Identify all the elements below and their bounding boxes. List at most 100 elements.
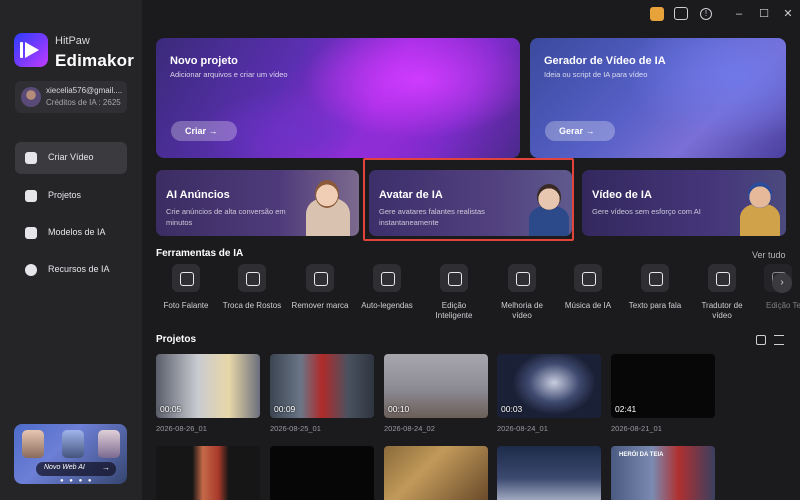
duration-label: 02:41 — [615, 404, 637, 414]
selection-highlight — [363, 158, 574, 241]
project-thumbnail[interactable]: 00:10 — [384, 354, 488, 418]
project-thumbnail[interactable]: 00:09 — [270, 354, 374, 418]
promo-banner[interactable]: Novo Web AI → ● ● ● ● — [14, 424, 127, 484]
ai-video-generator-card[interactable]: Gerador de Vídeo de IA Ideia ou script d… — [530, 38, 786, 158]
subtitles-icon — [373, 264, 401, 292]
sidebar: HitPaw Edimakor xiecelia576@gmail.... Cr… — [0, 0, 142, 500]
video-model-image — [748, 182, 772, 208]
card-title: AI Anúncios — [166, 189, 230, 201]
tools-section-title: Ferramentas de IA — [156, 248, 244, 259]
tool-foto-falante[interactable]: Foto Falante — [151, 264, 221, 311]
sidebar-item-recursos[interactable]: Recursos de IA — [15, 254, 127, 286]
resources-icon — [25, 264, 37, 276]
promo-image — [22, 430, 44, 458]
talking-photo-icon — [172, 264, 200, 292]
project-thumbnail[interactable] — [384, 446, 488, 500]
new-project-card[interactable]: Novo projeto Adicionar arquivos e criar … — [156, 38, 520, 158]
remove-watermark-icon — [306, 264, 334, 292]
card-title: Novo projeto — [170, 55, 238, 67]
tool-tradutor-video[interactable]: Tradutor de vídeo — [687, 264, 757, 321]
ai-credits: Créditos de IA : 2625 — [46, 98, 121, 107]
project-thumbnail[interactable]: 02:41 — [611, 354, 715, 418]
project-thumbnail[interactable]: HERÓI DA TEIA — [611, 446, 715, 500]
grid-view-icon[interactable] — [756, 335, 766, 345]
video-translator-icon — [708, 264, 736, 292]
tool-texto-para-fala[interactable]: Texto para fala — [620, 264, 690, 311]
tool-melhoria-video[interactable]: Melhoria de vídeo — [487, 264, 557, 321]
projects-section-title: Projetos — [156, 334, 197, 345]
edimakor-logo-icon — [14, 33, 48, 67]
ai-music-icon — [574, 264, 602, 292]
ai-ads-card[interactable]: AI Anúncios Crie anúncios de alta conver… — [156, 170, 359, 236]
folder-icon — [25, 190, 37, 202]
thumbnail-caption: HERÓI DA TEIA — [619, 452, 664, 458]
promo-image — [98, 430, 120, 458]
message-icon[interactable] — [674, 7, 688, 20]
carousel-dots[interactable]: ● ● ● ● — [60, 478, 94, 484]
ads-model-image — [315, 180, 339, 208]
sidebar-item-projetos[interactable]: Projetos — [15, 180, 127, 212]
project-thumbnail[interactable]: 00:03 — [497, 354, 601, 418]
card-subtitle: Gere vídeos sem esforço com AI — [592, 207, 701, 216]
user-account[interactable]: xiecelia576@gmail.... Créditos de IA : 2… — [15, 81, 127, 113]
card-subtitle: Adicionar arquivos e criar um vídeo — [170, 70, 288, 79]
tool-label: Edição Te — [766, 301, 800, 310]
tool-label: Remover marca — [291, 301, 349, 310]
tool-label: Troca de Rostos — [222, 301, 282, 310]
tool-label: Edição Inteligente — [435, 301, 473, 320]
sidebar-item-modelos[interactable]: Modelos de IA — [15, 217, 127, 249]
arrow-right-icon: → — [102, 463, 110, 472]
tool-edicao-inteligente[interactable]: Edição Inteligente — [419, 264, 489, 321]
promo-image — [62, 430, 84, 458]
project-date: 2026-08-24_01 — [497, 424, 548, 433]
promo-text: Novo Web AI — [44, 464, 85, 471]
help-icon[interactable]: ! — [700, 8, 712, 20]
ai-video-card[interactable]: Vídeo de IA Gere vídeos sem esforço com … — [582, 170, 786, 236]
video-model-image — [740, 204, 780, 236]
tool-label: Melhoria de vídeo — [501, 301, 543, 320]
tool-label: Música de IA — [564, 301, 612, 310]
tool-remover-marca[interactable]: Remover marca — [285, 264, 355, 311]
face-swap-icon — [238, 264, 266, 292]
project-date: 2026-08-24_02 — [384, 424, 435, 433]
tool-label: Texto para fala — [628, 301, 682, 310]
tool-troca-rostos[interactable]: Troca de Rostos — [217, 264, 287, 311]
project-thumbnail[interactable] — [156, 446, 260, 500]
duration-label: 00:05 — [160, 404, 182, 414]
promo-pill[interactable]: Novo Web AI → — [36, 462, 116, 476]
duration-label: 00:09 — [274, 404, 296, 414]
card-subtitle: Crie anúncios de alta conversão em minut… — [166, 207, 286, 227]
minimize-icon[interactable]: – — [731, 6, 747, 22]
chevron-right-icon[interactable]: › — [772, 273, 792, 293]
project-thumbnail[interactable]: 00:05 — [156, 354, 260, 418]
brand-name-top: HitPaw — [55, 35, 90, 47]
tool-auto-legendas[interactable]: Auto-legendas — [352, 264, 422, 311]
duration-label: 00:03 — [501, 404, 523, 414]
user-email: xiecelia576@gmail.... — [46, 86, 123, 95]
sidebar-item-label: Modelos de IA — [48, 227, 106, 237]
gift-icon[interactable] — [650, 7, 664, 21]
project-date: 2026-08-26_01 — [156, 424, 207, 433]
generate-button[interactable]: Gerar → — [545, 121, 615, 141]
project-thumbnail[interactable] — [270, 446, 374, 500]
sidebar-item-label: Projetos — [48, 190, 82, 200]
create-video-icon — [25, 152, 37, 164]
card-subtitle: Ideia ou script de IA para vídeo — [544, 70, 648, 79]
avatar — [21, 87, 41, 107]
close-icon[interactable]: ✕ — [780, 6, 796, 22]
template-icon — [25, 227, 37, 239]
maximize-icon[interactable]: ☐ — [756, 6, 772, 22]
tool-label: Auto-legendas — [361, 301, 413, 310]
text-to-speech-icon — [641, 264, 669, 292]
see-all-link[interactable]: Ver tudo — [752, 250, 786, 260]
list-view-icon[interactable] — [774, 335, 784, 345]
sidebar-item-criar-video[interactable]: Criar Vídeo — [15, 142, 127, 174]
card-title: Vídeo de IA — [592, 189, 652, 201]
project-date: 2026-08-25_01 — [270, 424, 321, 433]
create-button[interactable]: Criar → — [171, 121, 237, 141]
smart-edit-icon — [440, 264, 468, 292]
project-thumbnail[interactable] — [497, 446, 601, 500]
tool-musica-ia[interactable]: Música de IA — [553, 264, 623, 311]
tool-label: Foto Falante — [163, 301, 209, 310]
tool-label: Tradutor de vídeo — [701, 301, 743, 320]
